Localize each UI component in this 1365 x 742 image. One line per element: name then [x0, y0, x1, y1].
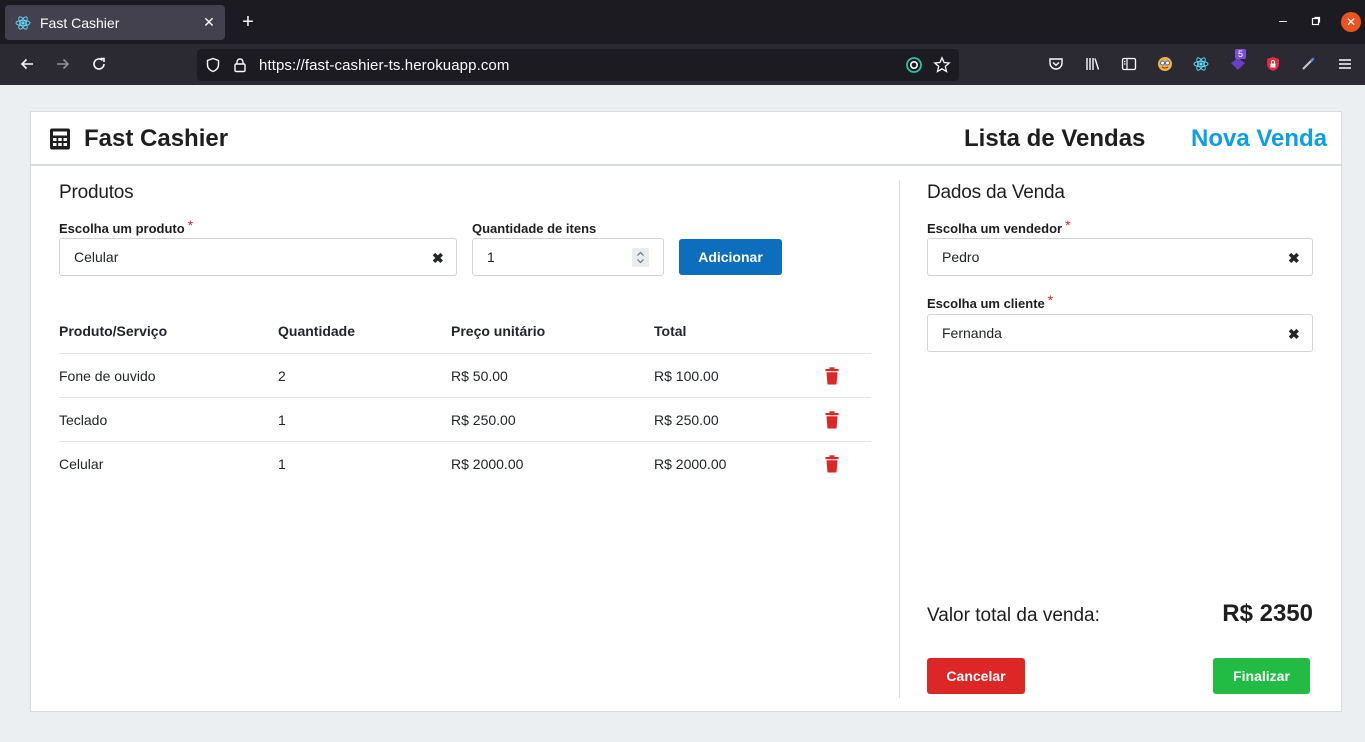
- url-bar[interactable]: https://fast-cashier-ts.herokuapp.com: [197, 49, 959, 81]
- row-product: Teclado: [59, 412, 108, 428]
- required-asterisk: *: [1065, 217, 1071, 233]
- clear-seller-icon[interactable]: ✖: [1288, 250, 1300, 266]
- forward-arrow-icon[interactable]: [52, 53, 74, 75]
- product-field-label: Escolha um produto *: [59, 217, 194, 236]
- extension-badge: 5: [1235, 49, 1247, 59]
- reload-icon[interactable]: [88, 53, 110, 75]
- browser-nav-bar: https://fast-cashier-ts.herokuapp.com 5: [0, 44, 1365, 85]
- redux-extension-icon[interactable]: 5: [1229, 49, 1247, 73]
- extension-face-icon[interactable]: [1156, 55, 1174, 73]
- url-text: https://fast-cashier-ts.herokuapp.com: [259, 57, 510, 74]
- tracking-protection-icon[interactable]: [905, 56, 923, 74]
- clear-product-icon[interactable]: ✖: [432, 250, 444, 266]
- password-manager-icon[interactable]: [1264, 55, 1282, 73]
- browser-tab[interactable]: Fast Cashier ✕: [5, 5, 225, 40]
- product-select[interactable]: Celular ✖: [59, 238, 457, 276]
- row-unit-price: R$ 250.00: [451, 412, 516, 428]
- row-quantity: 1: [278, 456, 286, 472]
- minimize-window-button[interactable]: –: [1275, 12, 1291, 28]
- column-header-product: Produto/Serviço: [59, 323, 168, 339]
- column-header-quantity: Quantidade: [278, 323, 356, 339]
- sidebar-icon[interactable]: [1120, 55, 1138, 73]
- row-total: R$ 250.00: [654, 412, 719, 428]
- row-product: Celular: [59, 456, 104, 472]
- library-icon[interactable]: [1084, 55, 1102, 73]
- main-card: Fast Cashier Lista de Vendas Nova Venda …: [30, 111, 1342, 712]
- sale-total-label: Valor total da venda:: [927, 605, 1100, 626]
- tab-title: Fast Cashier: [40, 14, 120, 31]
- product-select-value: Celular: [74, 249, 119, 265]
- cancel-button[interactable]: Cancelar: [927, 658, 1025, 694]
- app-header: Fast Cashier Lista de Vendas Nova Venda: [31, 112, 1341, 166]
- table-row: Teclado 1 R$ 250.00 R$ 250.00: [59, 397, 871, 441]
- nav-link-lista-de-vendas[interactable]: Lista de Vendas: [964, 125, 1145, 153]
- row-unit-price: R$ 50.00: [451, 368, 508, 384]
- products-title: Produtos: [59, 182, 134, 203]
- column-header-total: Total: [654, 323, 687, 339]
- react-favicon-icon: [15, 15, 31, 31]
- table-row: Fone de ouvido 2 R$ 50.00 R$ 100.00: [59, 353, 871, 397]
- sale-total-value: R$ 2350: [1222, 600, 1313, 627]
- restore-window-button[interactable]: [1308, 13, 1324, 29]
- trash-icon[interactable]: [825, 367, 839, 385]
- row-quantity: 2: [278, 368, 286, 384]
- seller-select[interactable]: Pedro ✖: [927, 238, 1313, 276]
- page-background: Fast Cashier Lista de Vendas Nova Venda …: [0, 85, 1365, 742]
- clear-client-icon[interactable]: ✖: [1288, 326, 1300, 342]
- row-total: R$ 2000.00: [654, 456, 727, 472]
- new-tab-button[interactable]: +: [237, 11, 259, 33]
- shield-icon[interactable]: [204, 56, 222, 74]
- sale-section: Dados da Venda Escolha um vendedor * Pedr…: [927, 182, 1315, 702]
- trash-icon[interactable]: [825, 411, 839, 429]
- back-arrow-icon[interactable]: [16, 53, 38, 75]
- seller-select-value: Pedro: [942, 249, 980, 265]
- app-brand[interactable]: Fast Cashier: [84, 125, 228, 153]
- close-tab-icon[interactable]: ✕: [197, 11, 221, 35]
- pocket-icon[interactable]: [1047, 55, 1065, 73]
- add-product-button[interactable]: Adicionar: [679, 239, 782, 275]
- required-asterisk: *: [187, 217, 194, 233]
- row-unit-price: R$ 2000.00: [451, 456, 524, 472]
- close-window-button[interactable]: ✕: [1341, 12, 1361, 32]
- trash-icon[interactable]: [825, 455, 839, 473]
- browser-tab-bar: Fast Cashier ✕ + – ✕: [0, 0, 1365, 44]
- nav-link-nova-venda[interactable]: Nova Venda: [1191, 125, 1327, 153]
- required-asterisk: *: [1047, 292, 1054, 308]
- column-header-unit-price: Preço unitário: [451, 323, 546, 339]
- quantity-input[interactable]: 1: [472, 238, 664, 276]
- client-select-value: Fernanda: [942, 325, 1002, 341]
- eyedropper-icon[interactable]: [1299, 55, 1317, 73]
- quantity-field-label: Quantidade de itens: [472, 221, 597, 236]
- lock-icon[interactable]: [231, 56, 249, 74]
- row-total: R$ 100.00: [654, 368, 719, 384]
- react-devtools-icon[interactable]: [1192, 55, 1210, 73]
- quantity-stepper-icon[interactable]: [632, 248, 649, 267]
- client-field-label: Escolha um cliente *: [927, 292, 1054, 311]
- row-product: Fone de ouvido: [59, 368, 156, 384]
- hamburger-menu-icon[interactable]: [1336, 55, 1354, 73]
- finish-button[interactable]: Finalizar: [1213, 658, 1310, 694]
- quantity-value: 1: [487, 249, 495, 265]
- calculator-icon: [49, 128, 71, 150]
- bookmark-star-icon[interactable]: [933, 56, 951, 74]
- table-row: Celular 1 R$ 2000.00 R$ 2000.00: [59, 441, 871, 485]
- row-quantity: 1: [278, 412, 286, 428]
- seller-field-label: Escolha um vendedor *: [927, 217, 1071, 236]
- column-divider: [899, 180, 900, 698]
- sale-title: Dados da Venda: [927, 182, 1065, 203]
- client-select[interactable]: Fernanda ✖: [927, 314, 1313, 352]
